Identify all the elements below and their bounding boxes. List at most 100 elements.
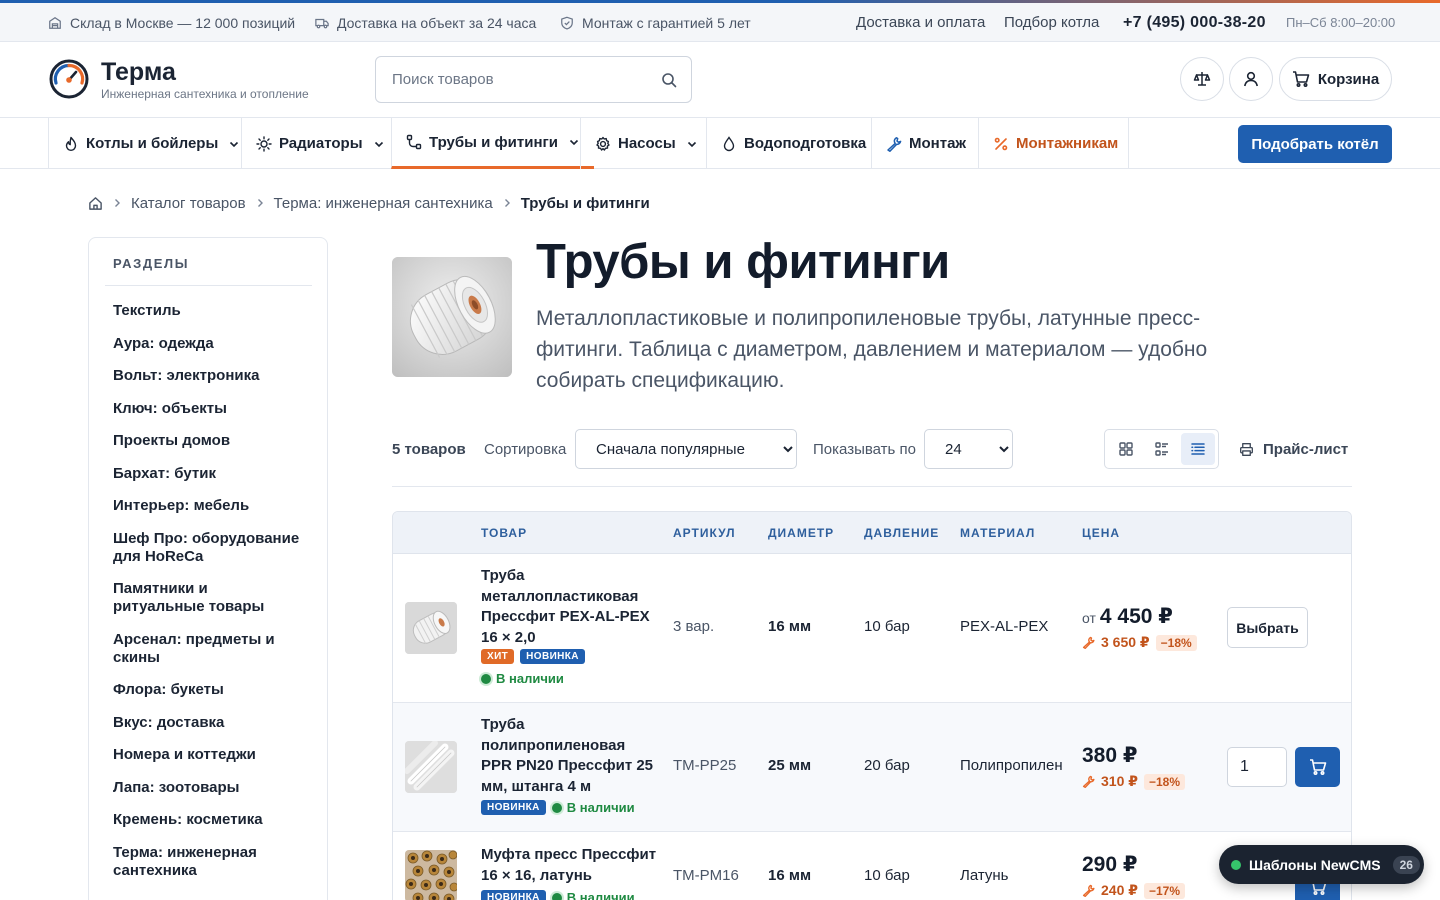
online-dot-icon (1231, 859, 1241, 870)
sidebar-title: РАЗДЕЛЫ (113, 256, 190, 271)
stock-status: В наличии (551, 890, 635, 900)
sidebar-item[interactable]: Кремень: косметика (113, 811, 303, 829)
brand-name[interactable]: Терма (101, 58, 176, 87)
sidebar-item[interactable]: Проекты домов (113, 432, 303, 450)
sidebar-item[interactable]: Памятники и ритуальные товары (113, 580, 303, 616)
toolbar-divider (392, 486, 1352, 487)
pressure-cell: 20 бар (864, 757, 910, 774)
column-header-product[interactable]: ТОВАР (481, 512, 527, 554)
shield-check-icon (561, 16, 573, 30)
product-thumbnail[interactable] (405, 850, 457, 900)
column-header-sku[interactable]: АРТИКУЛ (673, 512, 736, 554)
sidebar-item[interactable]: Ключ: объекты (113, 400, 303, 418)
chevron-down-icon (687, 141, 696, 147)
price-value: 380 ₽ (1082, 744, 1138, 767)
stock-text: В наличии (496, 671, 564, 686)
sort-select[interactable]: Сначала популярные (575, 429, 797, 469)
nav-item-installation[interactable]: Монтаж (871, 118, 980, 169)
product-name-link[interactable]: Труба полипропиленовая PPR PN20 Прессфит… (481, 715, 659, 797)
delivery-payment-link[interactable]: Доставка и оплата (856, 3, 985, 42)
scales-icon (1193, 72, 1211, 86)
nav-item-pumps[interactable]: Насосы (580, 118, 712, 169)
wrench-icon (1082, 636, 1095, 649)
add-to-cart-button[interactable] (1295, 747, 1340, 787)
search-icon[interactable] (661, 72, 677, 88)
pick-boiler-button[interactable]: Подобрать котёл (1238, 125, 1392, 163)
cart-button[interactable]: Корзина (1279, 57, 1392, 101)
breadcrumb-current: Трубы и фитинги (520, 194, 650, 212)
product-thumbnail[interactable] (405, 602, 457, 654)
sidebar-item[interactable]: Интерьер: мебель (113, 497, 303, 515)
widget-count: 26 (1392, 855, 1420, 874)
boiler-selection-link[interactable]: Подбор котла (1004, 3, 1099, 42)
nav-label: Водоподготовка (744, 135, 867, 152)
price: 380 ₽ (1082, 743, 1137, 768)
material-cell: PEX-AL-PEX (960, 618, 1049, 635)
choose-variant-button[interactable]: Выбрать (1227, 607, 1308, 648)
column-header-diameter[interactable]: ДИАМЕТР (768, 512, 834, 554)
nav-item-for-installers[interactable]: Монтажникам (978, 118, 1132, 169)
price-list-button[interactable]: Прайс-лист (1239, 428, 1348, 470)
nav-item-pipes-fittings[interactable]: Трубы и фитинги (391, 118, 594, 169)
page-title: Трубы и фитинги (536, 235, 950, 289)
column-header-pressure[interactable]: ДАВЛЕНИЕ (864, 512, 939, 554)
sku-cell: 3 вар. (673, 618, 715, 635)
product-thumbnail[interactable] (405, 741, 457, 793)
stock-text: В наличии (566, 800, 635, 815)
sidebar-item[interactable]: Флора: букеты (113, 681, 303, 699)
price-list-label: Прайс-лист (1263, 440, 1349, 458)
sidebar-item[interactable]: Текстиль (113, 302, 303, 320)
sidebar-item[interactable]: Вольт: электроника (113, 367, 303, 385)
account-button[interactable] (1229, 57, 1273, 101)
nav-item-water-treatment[interactable]: Водоподготовка (706, 118, 880, 169)
sidebar-item[interactable]: Аура: одежда (113, 335, 303, 353)
price-value: 290 ₽ (1082, 853, 1138, 876)
breadcrumb-catalog[interactable]: Каталог товаров (131, 195, 246, 212)
top-info-bar: Склад в Москве — 12 000 позиций Доставка… (0, 3, 1440, 42)
product-name-link[interactable]: Труба металлопластиковая Прессфит PEX-AL… (481, 566, 659, 648)
product-name-link[interactable]: Муфта пресс Прессфит 16 × 16, латунь (481, 845, 659, 886)
cart-label: Корзина (1317, 70, 1380, 88)
newcms-templates-widget[interactable]: Шаблоны NewCMS 26 (1219, 845, 1424, 884)
home-icon[interactable] (88, 196, 103, 211)
table-row: Муфта пресс Прессфит 16 × 16, латунь НОВ… (393, 832, 1351, 900)
nav-label: Монтажникам (1016, 135, 1119, 152)
installer-price-value: 310 ₽ (1101, 773, 1138, 789)
per-page-select[interactable]: 24 (924, 429, 1013, 469)
quantity-input[interactable] (1227, 747, 1287, 787)
sidebar-item[interactable]: Вкус: доставка (113, 714, 303, 732)
compare-button[interactable] (1180, 57, 1224, 101)
price: 290 ₽ (1082, 852, 1137, 877)
diameter-cell: 16 мм (768, 618, 812, 635)
badge-new: НОВИНКА (481, 800, 546, 815)
warehouse-info: Склад в Москве — 12 000 позиций (48, 3, 295, 42)
sidebar-item[interactable]: Терма: инженерная сантехника (113, 844, 303, 880)
column-header-price[interactable]: ЦЕНА (1082, 512, 1120, 554)
column-header-material[interactable]: МАТЕРИАЛ (960, 512, 1035, 554)
widget-label: Шаблоны NewCMS (1249, 856, 1381, 873)
sidebar-item[interactable]: Лапа: зоотовары (113, 779, 303, 797)
pressure-cell: 10 бар (864, 867, 910, 884)
list-view-button[interactable] (1145, 433, 1179, 465)
sidebar-item[interactable]: Арсенал: предметы и скины (113, 631, 303, 667)
nav-item-boilers[interactable]: Котлы и бойлеры (48, 118, 254, 169)
nav-label: Радиаторы (279, 135, 363, 152)
discount-badge: −18% (1155, 634, 1197, 651)
per-page-label: Показывать по (813, 440, 916, 458)
discount-badge: −18% (1144, 773, 1186, 790)
category-image (392, 257, 512, 377)
table-view-button[interactable] (1181, 433, 1215, 465)
in-stock-dot-icon (481, 673, 491, 684)
nav-label: Трубы и фитинги (429, 133, 558, 151)
nav-item-radiators[interactable]: Радиаторы (241, 118, 399, 169)
sidebar-item[interactable]: Номера и коттеджи (113, 746, 303, 764)
sidebar-item[interactable]: Бархат: бутик (113, 465, 303, 483)
breadcrumb-terma[interactable]: Терма: инженерная сантехника (274, 195, 493, 212)
discount-badge: −17% (1144, 882, 1186, 899)
logo-gauge-icon[interactable] (49, 59, 89, 99)
delivery-info: Доставка на объект за 24 часа (315, 3, 536, 42)
grid-view-button[interactable] (1109, 433, 1143, 465)
search-input[interactable] (376, 57, 646, 102)
sidebar-item[interactable]: Шеф Про: оборудование для HoReCa (113, 530, 303, 566)
phone-number[interactable]: +7 (495) 000-38-20 (1123, 3, 1266, 42)
